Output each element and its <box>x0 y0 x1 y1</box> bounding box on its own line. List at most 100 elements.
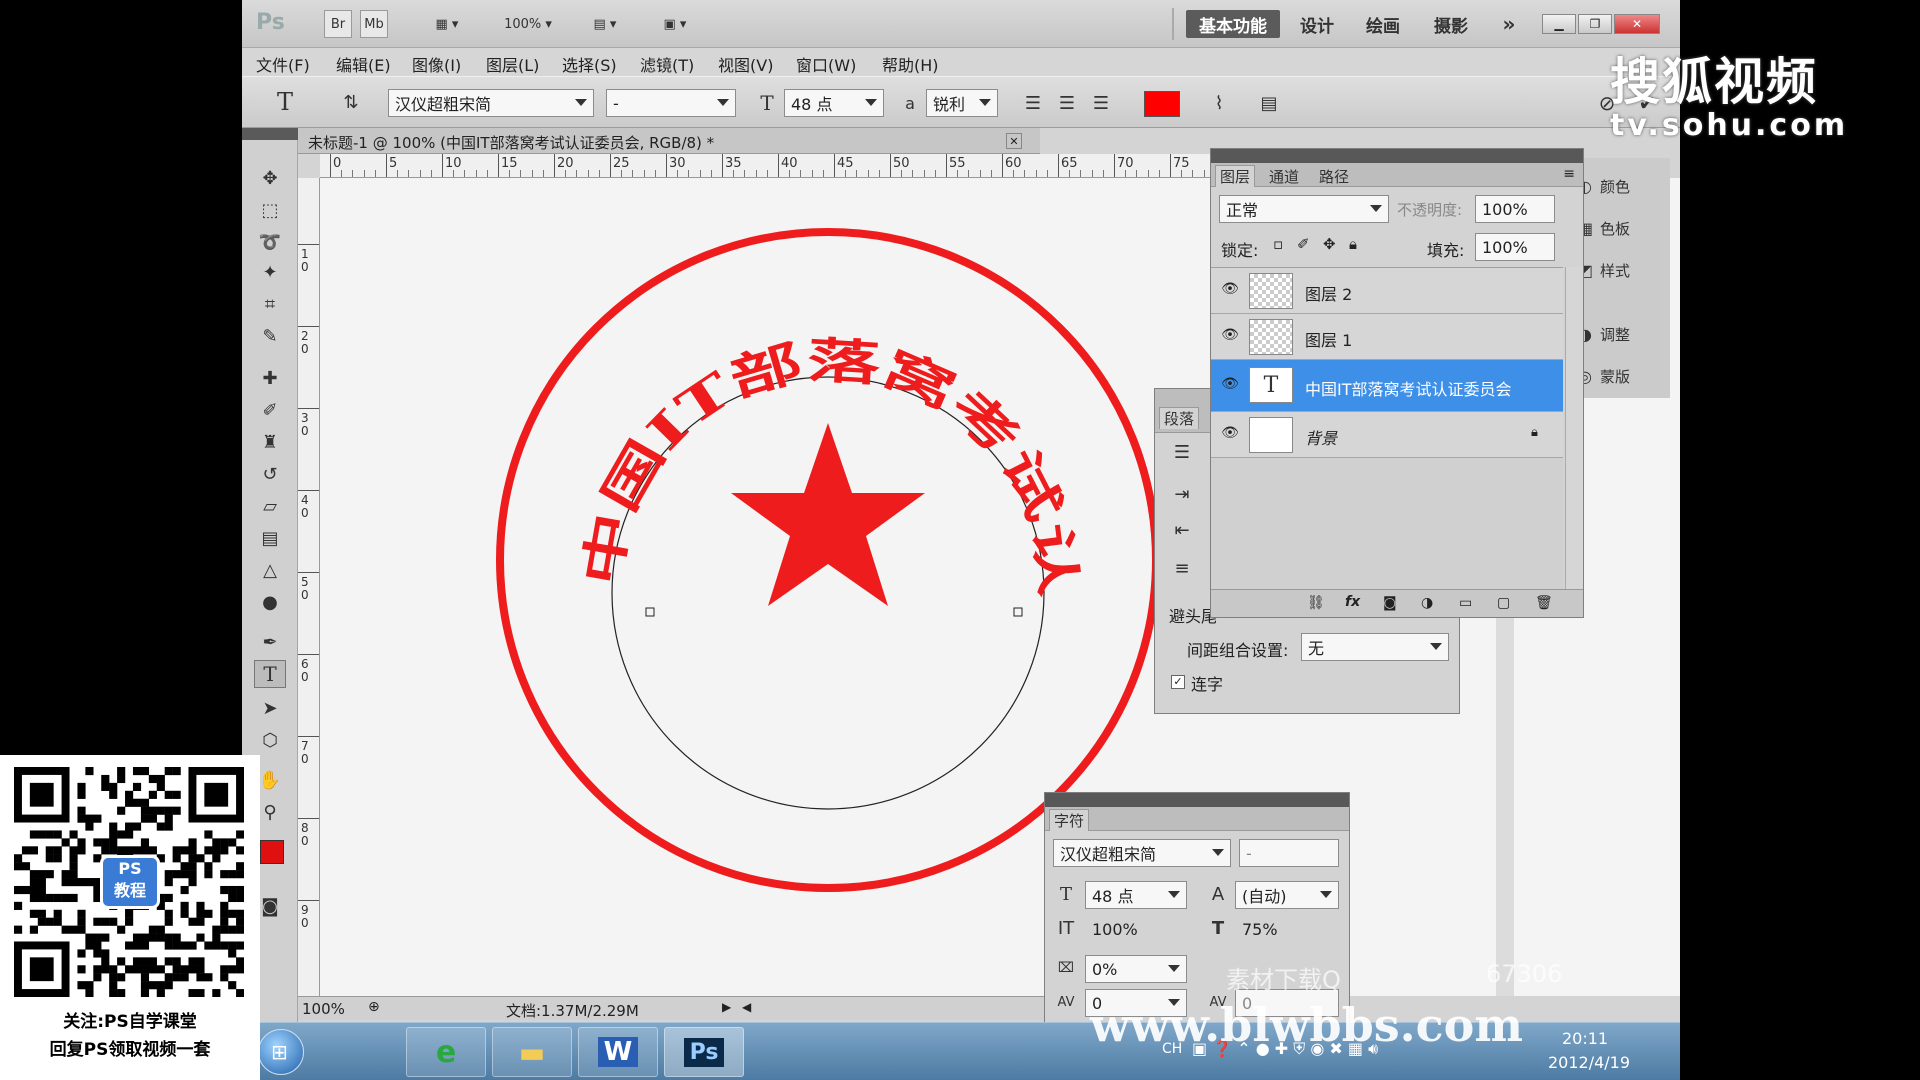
eyedropper-tool-icon[interactable]: ✎ <box>254 322 286 350</box>
menu-file[interactable]: 文件(F) <box>256 52 310 76</box>
visibility-eye-icon[interactable]: 👁︎ <box>1219 376 1241 394</box>
more-workspaces-button[interactable]: » <box>1494 10 1524 38</box>
character-panel-toggle-icon[interactable]: ▤ <box>1254 89 1284 117</box>
brush-tool-icon[interactable]: ✐ <box>254 396 286 424</box>
warp-text-icon[interactable]: ⌇ <box>1204 89 1234 117</box>
status-zoom[interactable]: 100% <box>302 1000 345 1018</box>
dock-styles[interactable]: ◩ 样式 <box>1578 256 1630 284</box>
opacity-field[interactable]: 100% <box>1475 195 1555 223</box>
move-tool-icon[interactable]: ✥ <box>254 164 286 192</box>
visibility-eye-icon[interactable]: 👁︎ <box>1219 327 1241 345</box>
blend-mode-dropdown[interactable]: 正常 <box>1219 195 1389 223</box>
screen-mode-button[interactable]: ▣ ▾ <box>652 10 698 38</box>
tab-channels[interactable]: 通道 <box>1265 166 1303 187</box>
tab-character[interactable]: 字符 <box>1049 809 1090 831</box>
layers-scrollbar[interactable] <box>1565 267 1583 589</box>
toolbox-grip[interactable] <box>242 128 298 140</box>
dock-swatches[interactable]: ▦ 色板 <box>1578 214 1630 242</box>
new-layer-icon[interactable]: ▢ <box>1497 595 1510 611</box>
clock-time[interactable]: 20:11 <box>1562 1029 1608 1048</box>
history-brush-tool-icon[interactable]: ↺ <box>254 460 286 488</box>
workspace-painting[interactable]: 绘画 <box>1358 10 1408 38</box>
menu-window[interactable]: 窗口(W) <box>796 52 856 76</box>
restore-button[interactable]: ❐ <box>1578 14 1612 34</box>
tab-layers[interactable]: 图层 <box>1215 165 1256 187</box>
layer-row[interactable]: 👁︎ 背景 🔒︎ <box>1211 412 1563 458</box>
visibility-eye-icon[interactable]: 👁︎ <box>1219 281 1241 299</box>
menu-layer[interactable]: 图层(L) <box>486 52 539 76</box>
layer-row[interactable]: 👁︎ 图层 1 <box>1211 314 1563 360</box>
font-family-dropdown[interactable]: 汉仪超粗宋简 <box>388 89 594 117</box>
tab-paths[interactable]: 路径 <box>1315 166 1353 187</box>
char-font-family-dropdown[interactable]: 汉仪超粗宋简 <box>1053 839 1231 867</box>
new-group-icon[interactable]: ▭ <box>1459 595 1472 611</box>
char-font-style-dropdown[interactable]: - <box>1239 839 1339 867</box>
lock-image-icon[interactable]: ✐ <box>1297 235 1310 253</box>
workspace-essentials[interactable]: 基本功能 <box>1186 10 1280 38</box>
char-leading-field[interactable]: (自动) <box>1235 881 1339 909</box>
menu-filter[interactable]: 滤镜(T) <box>640 52 694 76</box>
dodge-tool-icon[interactable]: ● <box>254 588 286 616</box>
menu-select[interactable]: 选择(S) <box>562 52 617 76</box>
layer-row[interactable]: 👁︎ 图层 2 <box>1211 268 1563 314</box>
tab-paragraph[interactable]: 段落 <box>1159 407 1200 429</box>
dock-masks[interactable]: ◎ 蒙版 <box>1578 362 1630 390</box>
align-left-icon[interactable]: ☰ <box>1018 89 1048 117</box>
close-button[interactable]: ✕ <box>1614 14 1660 34</box>
antialias-dropdown[interactable]: 锐利 <box>926 89 998 117</box>
lock-transparent-icon[interactable]: ▫ <box>1273 235 1283 253</box>
clone-stamp-tool-icon[interactable]: ♜ <box>254 428 286 456</box>
visibility-eye-icon[interactable]: 👁︎ <box>1219 425 1241 443</box>
status-info-icon[interactable]: ⊕ <box>368 999 380 1015</box>
arrange-documents-button[interactable]: ▤ ▾ <box>582 10 628 38</box>
add-mask-icon[interactable]: ◙ <box>1383 595 1397 611</box>
menu-view[interactable]: 视图(V) <box>718 52 773 76</box>
paragraph-align-icon[interactable]: ☰ <box>1169 439 1195 465</box>
workspace-photography[interactable]: 摄影 <box>1426 10 1476 38</box>
start-button[interactable]: ⊞ <box>258 1029 304 1075</box>
layer-row-selected[interactable]: 👁︎ T 中国IT部落窝考试认证委员会 <box>1211 360 1563 412</box>
zoom-level-dropdown[interactable]: 100% ▾ <box>492 10 564 38</box>
eraser-tool-icon[interactable]: ▱ <box>254 492 286 520</box>
view-extras-button[interactable]: ▦ ▾ <box>424 10 470 38</box>
char-vscale-field[interactable]: 100% <box>1085 915 1161 943</box>
font-size-dropdown[interactable]: 48 点 <box>784 89 884 117</box>
taskbar-word[interactable]: W <box>578 1027 658 1077</box>
character-panel-titlebar[interactable] <box>1045 793 1349 807</box>
close-document-icon[interactable]: ✕ <box>1006 133 1022 149</box>
path-selection-tool-icon[interactable]: ➤ <box>254 694 286 722</box>
taskbar-ie[interactable]: e <box>406 1027 486 1077</box>
lock-position-icon[interactable]: ✥ <box>1323 235 1336 253</box>
char-hscale-field[interactable]: 75% <box>1235 915 1311 943</box>
fill-field[interactable]: 100% <box>1475 233 1555 261</box>
panel-menu-icon[interactable]: ≡ <box>1563 166 1575 182</box>
mini-bridge-button[interactable]: Mb <box>360 10 388 38</box>
delete-layer-icon[interactable]: 🗑︎ <box>1535 595 1553 611</box>
shape-tool-icon[interactable]: ⬡ <box>254 726 286 754</box>
blur-tool-icon[interactable]: △ <box>254 556 286 584</box>
taskbar-photoshop[interactable]: Ps <box>664 1027 744 1077</box>
link-layers-icon[interactable]: ⛓ <box>1307 595 1325 611</box>
gradient-tool-icon[interactable]: ▤ <box>254 524 286 552</box>
dock-color[interactable]: ◐ 颜色 <box>1578 172 1630 200</box>
workspace-design[interactable]: 设计 <box>1292 10 1342 38</box>
layer-style-icon[interactable]: fx <box>1345 594 1360 610</box>
spacing-dropdown[interactable]: 无 <box>1301 633 1449 661</box>
hyphenate-checkbox[interactable]: ✓ <box>1171 675 1185 689</box>
layers-panel-titlebar[interactable] <box>1211 149 1583 163</box>
pen-tool-icon[interactable]: ✒ <box>254 628 286 656</box>
clock-date[interactable]: 2012/4/19 <box>1548 1053 1630 1072</box>
menu-help[interactable]: 帮助(H) <box>882 52 939 76</box>
type-tool-preset-icon[interactable]: T <box>270 87 300 117</box>
lock-all-icon[interactable]: 🔒︎ <box>1349 235 1357 253</box>
scroll-left-icon[interactable]: ◀ <box>742 1000 751 1014</box>
text-orientation-icon[interactable]: ⇅ <box>336 87 366 117</box>
lasso-tool-icon[interactable]: ➰ <box>254 228 286 256</box>
taskbar-explorer[interactable]: ▬ <box>492 1027 572 1077</box>
crop-tool-icon[interactable]: ⌗ <box>254 290 286 318</box>
font-style-dropdown[interactable]: - <box>606 89 736 117</box>
char-size-field[interactable]: 48 点 <box>1085 881 1187 909</box>
text-color-swatch[interactable] <box>1144 91 1180 117</box>
minimize-button[interactable]: ▁ <box>1542 14 1576 34</box>
align-center-icon[interactable]: ☰ <box>1052 89 1082 117</box>
